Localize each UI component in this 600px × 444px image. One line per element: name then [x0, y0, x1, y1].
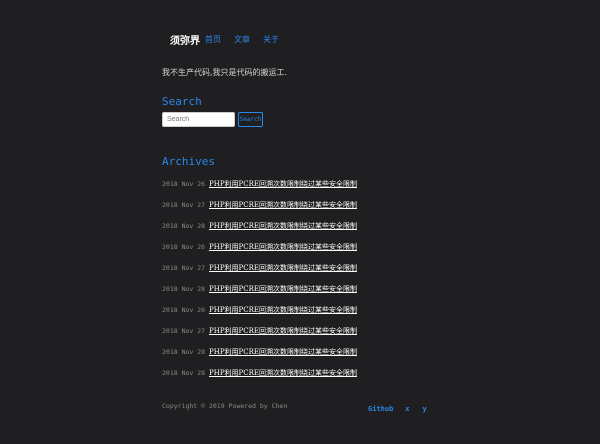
site-tagline: 我不生产代码,我只是代码的搬运工. [162, 68, 288, 77]
search-input[interactable] [162, 112, 235, 127]
site-brand[interactable]: 须弥界 [170, 32, 200, 47]
page: 须弥界 首页 文章 关于 我不生产代码,我只是代码的搬运工. Search Se… [0, 0, 600, 444]
archive-link[interactable]: PHP利用PCRE回溯次数限制绕过某些安全限制 [209, 200, 357, 210]
archive-item: 2018 Nov 27 PHP利用PCRE回溯次数限制绕过某些安全限制 [162, 257, 357, 278]
archive-item: 2018 Nov 26 PHP利用PCRE回溯次数限制绕过某些安全限制 [162, 236, 357, 257]
archive-item: 2018 Nov 27 PHP利用PCRE回溯次数限制绕过某些安全限制 [162, 321, 357, 342]
nav-link-articles[interactable]: 文章 [234, 34, 250, 45]
archive-list: 2018 Nov 26 PHP利用PCRE回溯次数限制绕过某些安全限制 2018… [162, 173, 357, 384]
archives-heading: Archives [162, 155, 215, 168]
archive-date: 2018 Nov 26 [162, 242, 206, 251]
archive-link[interactable]: PHP利用PCRE回溯次数限制绕过某些安全限制 [209, 263, 357, 273]
archive-item: 2018 Nov 28 PHP利用PCRE回溯次数限制绕过某些安全限制 [162, 278, 357, 299]
search-button[interactable]: Search [238, 112, 263, 127]
archive-date: 2018 Nov 26 [162, 306, 206, 315]
search-heading: Search [162, 95, 202, 108]
footer-copyright: Copyright © 2019 Powered by Chen [162, 402, 288, 410]
archive-item: 2018 Nov 27 PHP利用PCRE回溯次数限制绕过某些安全限制 [162, 194, 357, 215]
archive-date: 2018 Nov 27 [162, 200, 206, 209]
nav-link-home[interactable]: 首页 [205, 34, 221, 45]
archive-item: 2018 Nov 26 PHP利用PCRE回溯次数限制绕过某些安全限制 [162, 173, 357, 194]
archive-date: 2018 Nov 26 [162, 179, 206, 188]
archive-date: 2018 Nov 27 [162, 263, 206, 272]
archive-link[interactable]: PHP利用PCRE回溯次数限制绕过某些安全限制 [209, 284, 357, 294]
archive-link[interactable]: PHP利用PCRE回溯次数限制绕过某些安全限制 [209, 242, 357, 252]
archive-link[interactable]: PHP利用PCRE回溯次数限制绕过某些安全限制 [209, 305, 357, 315]
archive-link[interactable]: PHP利用PCRE回溯次数限制绕过某些安全限制 [209, 347, 357, 357]
archive-date: 2018 Nov 28 [162, 369, 206, 378]
archive-link[interactable]: PHP利用PCRE回溯次数限制绕过某些安全限制 [209, 221, 357, 231]
footer-link-y[interactable]: y [423, 405, 427, 413]
archive-link[interactable]: PHP利用PCRE回溯次数限制绕过某些安全限制 [209, 179, 357, 189]
archive-date: 2018 Nov 28 [162, 221, 206, 230]
archive-date: 2018 Nov 27 [162, 327, 206, 336]
archive-date: 2018 Nov 28 [162, 285, 206, 294]
archive-item: 2018 Nov 26 PHP利用PCRE回溯次数限制绕过某些安全限制 [162, 300, 357, 321]
main-nav: 首页 文章 关于 [205, 34, 279, 45]
nav-link-about[interactable]: 关于 [263, 34, 279, 45]
footer-links: Github x y [368, 405, 427, 413]
archive-item: 2018 Nov 28 PHP利用PCRE回溯次数限制绕过某些安全限制 [162, 363, 357, 384]
footer-link-github[interactable]: Github [368, 405, 393, 413]
archive-item: 2018 Nov 28 PHP利用PCRE回溯次数限制绕过某些安全限制 [162, 342, 357, 363]
footer-link-x[interactable]: x [405, 405, 409, 413]
archive-link[interactable]: PHP利用PCRE回溯次数限制绕过某些安全限制 [209, 326, 357, 336]
archive-link[interactable]: PHP利用PCRE回溯次数限制绕过某些安全限制 [209, 368, 357, 378]
archive-date: 2018 Nov 28 [162, 348, 206, 357]
archive-item: 2018 Nov 28 PHP利用PCRE回溯次数限制绕过某些安全限制 [162, 215, 357, 236]
